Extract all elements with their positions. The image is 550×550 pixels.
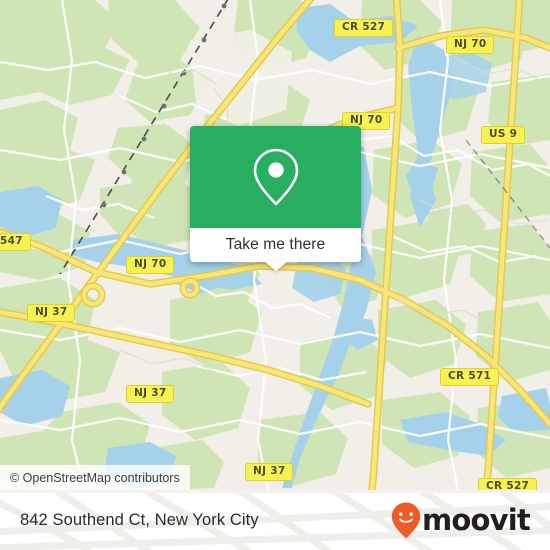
road-shield: NJ 37 bbox=[245, 463, 294, 481]
road-shield-label: NJ 37 bbox=[253, 465, 286, 477]
osm-attribution[interactable]: © OpenStreetMap contributors bbox=[0, 465, 190, 490]
moovit-logo[interactable]: moovit bbox=[391, 502, 531, 539]
map-pin-icon bbox=[253, 148, 298, 206]
osm-attribution-text: © OpenStreetMap contributors bbox=[10, 470, 180, 485]
footer-bar: 842 Southend Ct, New York City moovit bbox=[0, 490, 550, 550]
road-shield: US 9 bbox=[481, 126, 526, 144]
road-shield: NJ 70 bbox=[126, 256, 175, 274]
road-shield-label: CR 527 bbox=[486, 480, 530, 490]
road-shield-label: NJ 37 bbox=[134, 387, 167, 399]
take-me-there-callout[interactable]: Take me there bbox=[190, 126, 361, 271]
road-shield: CR 527 bbox=[334, 19, 394, 37]
road-shield: CR 527 bbox=[478, 478, 538, 490]
road-shield-label: NJ 70 bbox=[350, 114, 383, 126]
road-shield-label: US 9 bbox=[489, 128, 518, 140]
moovit-wordmark: moovit bbox=[422, 502, 531, 537]
road-shield-label: CR 571 bbox=[448, 370, 492, 382]
address-label: 842 Southend Ct, New York City bbox=[20, 510, 259, 529]
moovit-pin-icon bbox=[391, 502, 421, 538]
road-shield-label: NJ 70 bbox=[454, 38, 487, 50]
road-shield: CR 571 bbox=[440, 368, 500, 386]
map-screenshot: CR 527 NJ 70 NJ 70 US 9 547 NJ 70 NJ 37 … bbox=[0, 0, 550, 550]
road-shield: 547 bbox=[0, 233, 31, 251]
road-shield-label: CR 527 bbox=[342, 21, 386, 33]
footer-content: 842 Southend Ct, New York City moovit bbox=[0, 490, 550, 550]
callout-header bbox=[190, 126, 361, 228]
road-shield: NJ 70 bbox=[446, 36, 495, 54]
road-shield-label: NJ 37 bbox=[35, 306, 68, 318]
road-shield: NJ 37 bbox=[27, 304, 76, 322]
callout-button-label: Take me there bbox=[225, 236, 326, 253]
road-shield-label: 547 bbox=[0, 235, 23, 247]
callout-pointer bbox=[263, 261, 288, 271]
road-shield: NJ 37 bbox=[126, 385, 175, 403]
callout-button[interactable]: Take me there bbox=[190, 228, 361, 262]
road-shield-label: NJ 70 bbox=[134, 258, 167, 270]
